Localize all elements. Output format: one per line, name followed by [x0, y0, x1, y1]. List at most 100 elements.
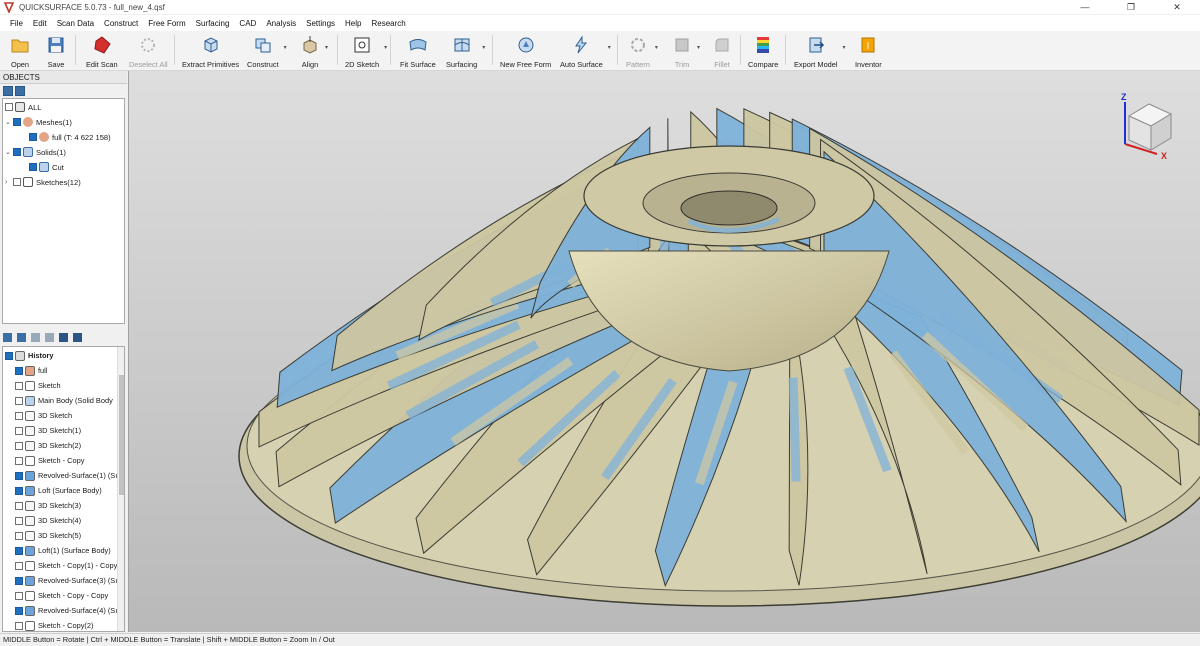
- menu-surfacing[interactable]: Surfacing: [191, 19, 235, 28]
- history-item[interactable]: full: [15, 363, 47, 378]
- minimize-button[interactable]: —: [1062, 0, 1108, 14]
- checkbox[interactable]: [13, 178, 21, 186]
- impeller-model[interactable]: Z X: [129, 71, 1200, 632]
- checkbox[interactable]: [15, 606, 23, 615]
- history-root[interactable]: History: [5, 348, 53, 363]
- history-item[interactable]: Sketch: [15, 378, 61, 393]
- checkbox[interactable]: [15, 411, 23, 420]
- filter-icon[interactable]: [45, 332, 54, 342]
- history-item[interactable]: Loft(1) (Surface Body): [15, 543, 111, 558]
- checkbox[interactable]: [15, 531, 23, 540]
- checkbox[interactable]: [15, 381, 23, 390]
- menu-free-form[interactable]: Free Form: [143, 19, 190, 28]
- menu-file[interactable]: File: [5, 19, 28, 28]
- checkbox[interactable]: [15, 561, 23, 570]
- construct-button[interactable]: Construct ▾: [247, 35, 287, 69]
- chevron-down-icon[interactable]: ▾: [843, 44, 846, 51]
- history-item[interactable]: 3D Sketch(2): [15, 438, 81, 453]
- menu-analysis[interactable]: Analysis: [261, 19, 301, 28]
- history-item[interactable]: Revolved-Surface(1) (Sı: [15, 468, 117, 483]
- new-free-form-button[interactable]: New Free Form: [500, 35, 551, 69]
- tree-view-icon[interactable]: [17, 332, 26, 342]
- history-item[interactable]: Sketch - Copy - Copy: [15, 588, 108, 603]
- checkbox[interactable]: [15, 576, 23, 585]
- expand-icon[interactable]: [3, 85, 13, 96]
- checkbox[interactable]: [15, 441, 23, 450]
- checkbox[interactable]: [29, 163, 37, 171]
- pattern-button[interactable]: Pattern ▾: [626, 35, 658, 69]
- checkbox[interactable]: [15, 471, 23, 480]
- tree-item-sketches[interactable]: › Sketches(12): [5, 175, 81, 189]
- checkbox[interactable]: [5, 103, 13, 111]
- chevron-down-icon[interactable]: ▾: [608, 44, 611, 51]
- history-item[interactable]: Sketch - Copy: [15, 453, 84, 468]
- compare-button[interactable]: Compare: [748, 35, 778, 69]
- inventor-button[interactable]: I Inventor: [855, 35, 882, 69]
- checkbox[interactable]: [29, 133, 37, 141]
- history-item[interactable]: Loft (Surface Body): [15, 483, 102, 498]
- menu-cad[interactable]: CAD: [234, 19, 261, 28]
- checkbox[interactable]: [15, 501, 23, 510]
- tree-item-all[interactable]: ALL: [5, 100, 42, 114]
- chevron-down-icon[interactable]: ▾: [325, 44, 328, 51]
- checkbox[interactable]: [15, 546, 23, 555]
- menu-settings[interactable]: Settings: [301, 19, 340, 28]
- export-model-button[interactable]: Export Model ▾: [794, 35, 846, 69]
- tree-item-solid-cut[interactable]: Cut: [29, 160, 64, 174]
- sketch-2d-button[interactable]: 2D Sketch ▾: [345, 35, 387, 69]
- fit-surface-button[interactable]: Fit Surface: [400, 35, 436, 69]
- open-button[interactable]: Open: [10, 35, 30, 69]
- view-cube[interactable]: Z X: [1121, 92, 1173, 161]
- fillet-button[interactable]: Fillet: [712, 35, 732, 69]
- menu-edit[interactable]: Edit: [28, 19, 52, 28]
- checkbox[interactable]: [13, 148, 21, 156]
- chevron-down-icon[interactable]: ▾: [482, 44, 485, 51]
- scrollbar-thumb[interactable]: [119, 375, 124, 495]
- menu-help[interactable]: Help: [340, 19, 366, 28]
- history-item[interactable]: Revolved-Surface(3) (Sı: [15, 573, 117, 588]
- auto-surface-button[interactable]: Auto Surface ▾: [560, 35, 611, 69]
- menu-research[interactable]: Research: [366, 19, 410, 28]
- checkbox[interactable]: [15, 456, 23, 465]
- extract-primitives-button[interactable]: Extract Primitives: [182, 35, 239, 69]
- 3d-viewport[interactable]: Z X: [128, 71, 1200, 632]
- history-item[interactable]: 3D Sketch(5): [15, 528, 81, 543]
- checkbox[interactable]: [15, 621, 23, 630]
- close-button[interactable]: ✕: [1154, 0, 1200, 14]
- filter-icon[interactable]: [15, 85, 25, 96]
- checkbox[interactable]: [15, 396, 23, 405]
- history-item[interactable]: 3D Sketch(1): [15, 423, 81, 438]
- chevron-down-icon[interactable]: ⌄: [5, 118, 13, 126]
- chevron-right-icon[interactable]: ›: [5, 179, 13, 186]
- checkbox[interactable]: [15, 591, 23, 600]
- history-item[interactable]: Revolved-Surface(4) (Sı: [15, 603, 117, 618]
- history-item[interactable]: Sketch - Copy(1) - Copy: [15, 558, 117, 573]
- rewind-icon[interactable]: [59, 332, 68, 342]
- history-item[interactable]: 3D Sketch: [15, 408, 72, 423]
- checkbox[interactable]: [15, 366, 23, 375]
- checkbox[interactable]: [15, 516, 23, 525]
- checkbox[interactable]: [15, 426, 23, 435]
- checkbox[interactable]: [13, 118, 21, 126]
- surfacing-button[interactable]: Surfacing ▾: [446, 35, 485, 69]
- history-item[interactable]: 3D Sketch(3): [15, 498, 81, 513]
- align-button[interactable]: Align ▾: [300, 35, 328, 69]
- deselect-all-button[interactable]: Deselect All: [129, 35, 168, 69]
- chevron-down-icon[interactable]: ▾: [655, 44, 658, 51]
- checkbox[interactable]: [15, 486, 23, 495]
- maximize-button[interactable]: ❐: [1108, 0, 1154, 14]
- history-scrollbar[interactable]: [117, 347, 124, 631]
- tree-item-meshes[interactable]: ⌄ Meshes(1): [5, 115, 72, 129]
- edit-scan-button[interactable]: Edit Scan: [86, 35, 118, 69]
- history-item[interactable]: 3D Sketch(4): [15, 513, 81, 528]
- play-icon[interactable]: [31, 332, 40, 342]
- save-button[interactable]: Save: [46, 35, 66, 69]
- menu-construct[interactable]: Construct: [99, 19, 143, 28]
- chevron-down-icon[interactable]: ▾: [284, 44, 287, 51]
- tree-item-solids[interactable]: ⌄ Solids(1): [5, 145, 66, 159]
- history-item[interactable]: Sketch - Copy(2): [15, 618, 93, 631]
- history-item[interactable]: Main Body (Solid Body: [15, 393, 113, 408]
- fast-forward-icon[interactable]: [73, 332, 82, 342]
- tree-item-mesh-full[interactable]: full (T: 4 622 158): [29, 130, 111, 144]
- chevron-down-icon[interactable]: ▾: [384, 44, 387, 51]
